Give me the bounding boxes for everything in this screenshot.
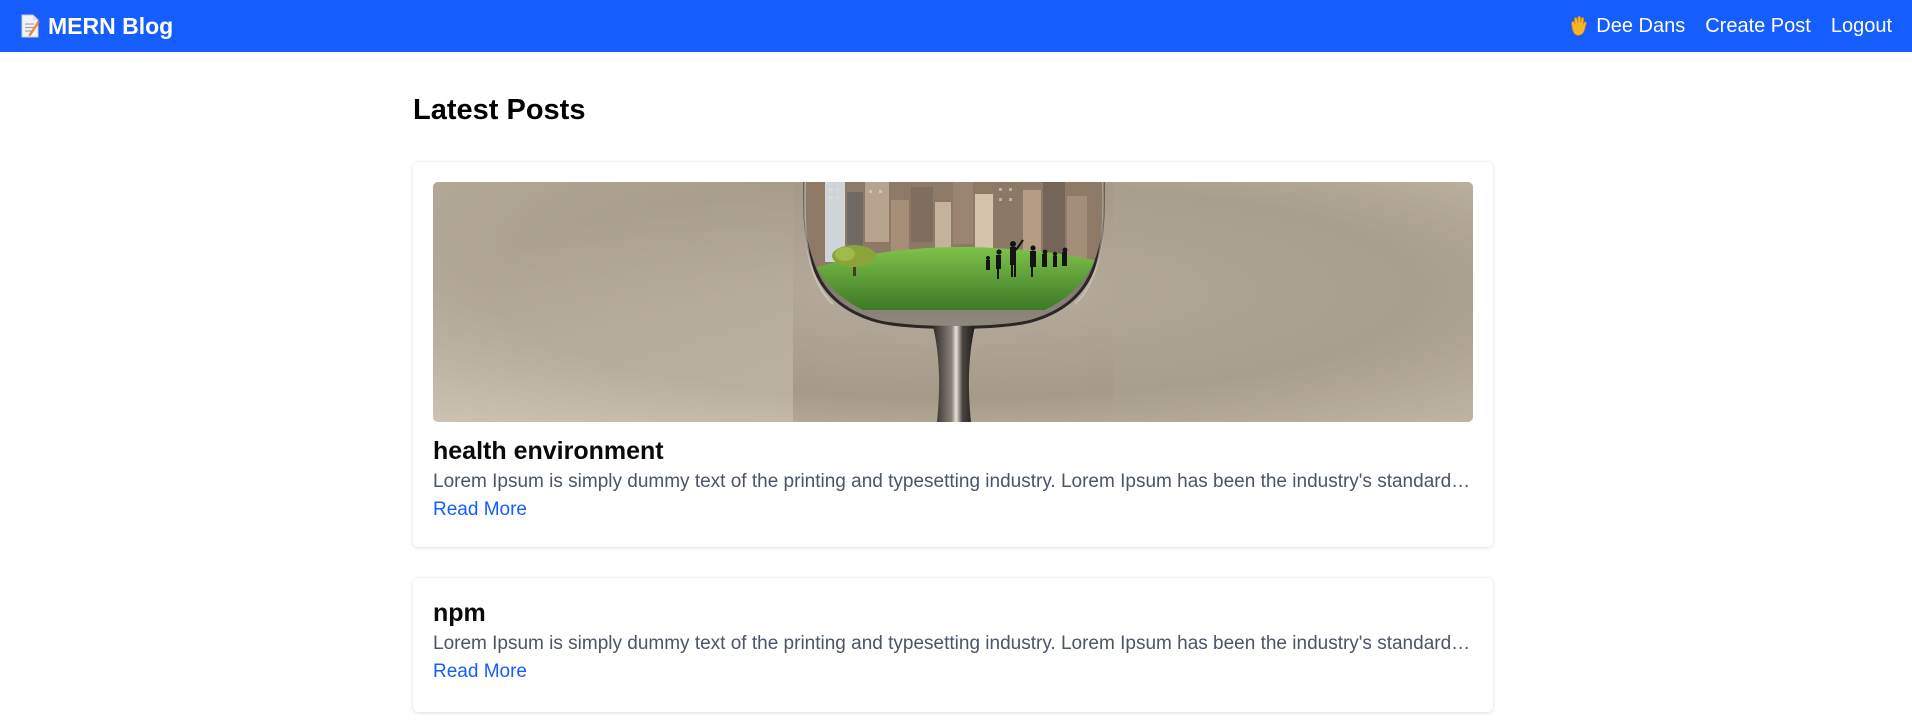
waving-hand-icon <box>1568 15 1588 37</box>
post-excerpt: Lorem Ipsum is simply dummy text of the … <box>433 471 1473 492</box>
post-card: npm Lorem Ipsum is simply dummy text of … <box>413 578 1493 712</box>
post-image[interactable] <box>433 182 1473 422</box>
create-post-link[interactable]: Create Post <box>1705 15 1811 38</box>
brand-link[interactable]: MERN Blog <box>20 13 173 40</box>
read-more-link[interactable]: Read More <box>433 496 527 523</box>
post-title[interactable]: npm <box>433 598 1473 628</box>
brand-label: MERN Blog <box>48 12 174 39</box>
nav-right: Dee Dans Create Post Logout <box>1568 15 1892 38</box>
post-excerpt: Lorem Ipsum is simply dummy text of the … <box>433 633 1473 654</box>
nav-user: Dee Dans <box>1568 15 1685 38</box>
main-content: Latest Posts health environment Lorem Ip… <box>413 92 1493 712</box>
memo-icon <box>20 14 40 38</box>
post-card: health environment Lorem Ipsum is simply… <box>413 162 1493 547</box>
page-title: Latest Posts <box>413 94 586 126</box>
logout-link[interactable]: Logout <box>1831 15 1892 38</box>
top-navbar: MERN Blog Dee Dans Create Post Logout <box>0 0 1912 52</box>
user-name: Dee Dans <box>1596 14 1686 37</box>
post-title[interactable]: health environment <box>433 436 1473 466</box>
read-more-link[interactable]: Read More <box>433 658 527 685</box>
